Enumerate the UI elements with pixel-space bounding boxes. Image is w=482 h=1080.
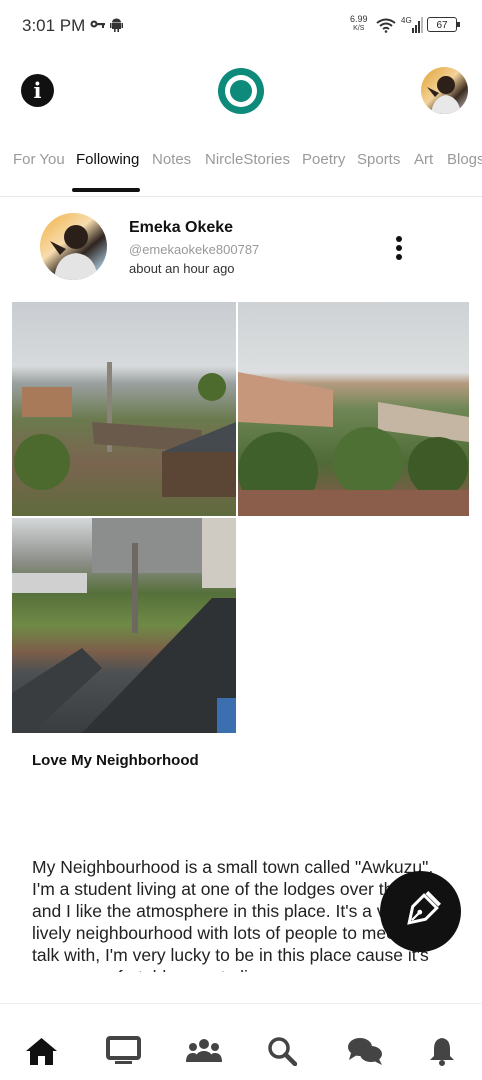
tab-nirclestories[interactable]: NircleStories [205,151,290,168]
app-logo[interactable] [218,68,264,114]
more-options-icon[interactable] [390,233,408,263]
neighborhood-photo-2[interactable] [238,302,469,516]
profile-avatar[interactable] [421,67,468,114]
divider [0,1003,482,1004]
tv-icon[interactable] [106,1036,141,1066]
author-name[interactable]: Emeka Okeke [129,219,233,237]
chat-icon[interactable] [347,1036,383,1066]
status-time: 3:01 PM [22,16,86,35]
post-body[interactable]: My Neighbourhood is a small town called … [32,856,437,972]
search-icon[interactable] [267,1036,297,1066]
key-icon [90,20,105,28]
active-tab-indicator [72,188,140,192]
compose-button[interactable] [380,871,461,952]
battery-icon: 67 [427,17,460,32]
author-handle: @emekaokeke800787 [129,242,260,257]
people-icon[interactable] [186,1036,222,1066]
divider [0,196,482,197]
neighborhood-photo-3[interactable] [12,518,236,733]
network-speed: 6.99 K/S [350,15,368,33]
home-icon[interactable] [25,1036,58,1066]
author-avatar[interactable] [40,213,107,280]
category-tabs: For You Following Notes NircleStories Po… [0,140,482,184]
status-bar: 3:01 PM 6.99 K/S 4G 67 [0,0,482,52]
tab-for-you[interactable]: For You [13,151,65,168]
wifi-icon [376,18,396,33]
post-timestamp: about an hour ago [129,261,235,276]
info-icon[interactable]: i [21,74,54,107]
net-speed-value: 6.99 [350,14,368,24]
android-icon [110,18,123,32]
tab-notes[interactable]: Notes [152,151,191,168]
tab-art[interactable]: Art [414,151,433,168]
tab-following[interactable]: Following [76,151,139,168]
tab-sports[interactable]: Sports [357,151,400,168]
bell-icon[interactable] [428,1036,456,1066]
neighborhood-photo-1[interactable] [12,302,236,516]
post-title: Love My Neighborhood [32,752,199,769]
tab-blogs[interactable]: Blogs [447,151,482,168]
pen-nib-icon [407,890,442,925]
net-speed-unit: K/S [353,25,365,32]
tab-poetry[interactable]: Poetry [302,151,345,168]
